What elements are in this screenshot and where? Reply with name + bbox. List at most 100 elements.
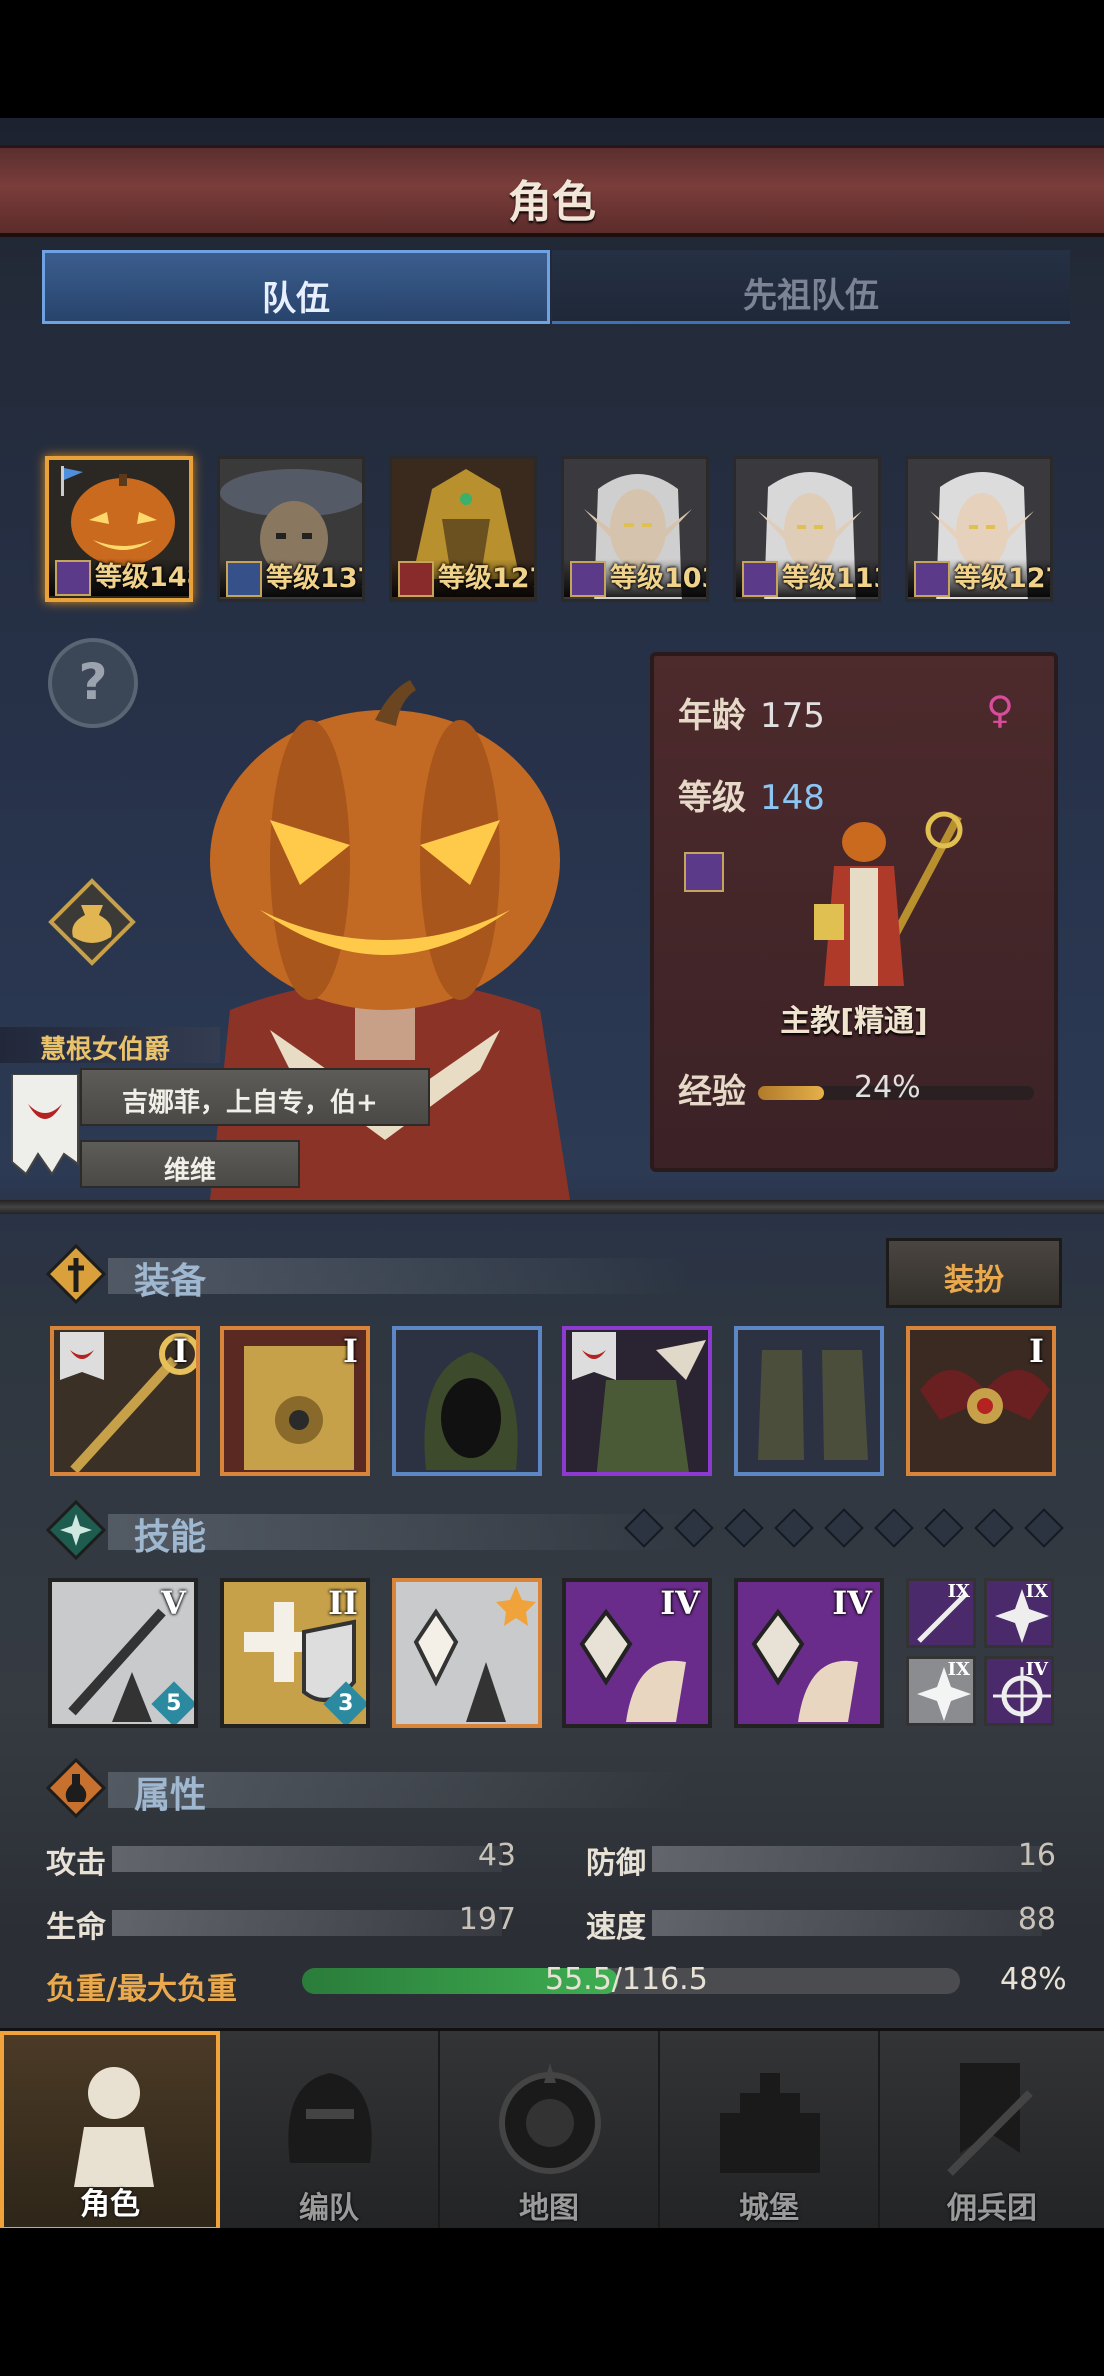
tab-ancestor-team[interactable]: 先祖队伍 — [552, 250, 1070, 324]
roster-slot-4[interactable]: 等级103 — [561, 456, 709, 602]
skill-gem — [874, 1508, 914, 1548]
class-name: 主教[精通] — [780, 1004, 928, 1039]
exp-bar-fill — [758, 1086, 825, 1100]
nav-castle[interactable]: 城堡 — [660, 2031, 880, 2231]
hood-icon — [396, 1330, 538, 1472]
tab-bar: 队伍 先祖队伍 — [42, 250, 1070, 332]
equip-head-slot[interactable] — [392, 1326, 542, 1476]
attack-stat: 攻击 43 — [46, 1838, 516, 1882]
roster-slot-5[interactable]: 等级113 — [733, 456, 881, 602]
equip-accessory-slot[interactable]: I — [906, 1326, 1056, 1476]
weight-stat: 负重/最大负重 — [46, 1964, 306, 2008]
passive-skill-1[interactable]: IX — [906, 1578, 976, 1648]
star-gem-icon — [46, 1500, 106, 1560]
skill-gem — [724, 1508, 764, 1548]
crescent-crest-icon — [11, 1074, 79, 1176]
skill-point-gems — [624, 1508, 1066, 1548]
leader-flag-icon — [61, 466, 83, 496]
staff-class-icon — [55, 560, 91, 596]
crystal-blessing-skill-icon — [396, 1582, 538, 1724]
bottom-nav: 角色 编队 地图 城堡 佣兵团 — [0, 2028, 1104, 2231]
skill-gem — [774, 1508, 814, 1548]
defense-label: 防御 — [586, 1846, 646, 1881]
nav-mercenary[interactable]: 佣兵团 — [880, 2031, 1104, 2231]
section-divider — [0, 1200, 1104, 1214]
robe-armor-icon — [566, 1330, 708, 1472]
skill-slot-3[interactable] — [392, 1578, 542, 1728]
flask-icon — [46, 1758, 106, 1818]
title-name-line: 吉娜菲，上自专，伯+ — [80, 1068, 430, 1126]
skills-label: 技能 — [134, 1517, 207, 1558]
equip-tier: I — [173, 1332, 188, 1370]
hp-label: 生命 — [46, 1910, 106, 1945]
weight-value: 55.5/116.5 — [545, 1962, 708, 1997]
equip-boots-slot[interactable] — [734, 1326, 884, 1476]
exp-label: 经验 — [678, 1072, 746, 1112]
nickname: 维维 — [80, 1140, 300, 1188]
attributes-header: 属性 — [38, 1754, 1068, 1828]
speed-label: 速度 — [586, 1910, 646, 1945]
attributes-label: 属性 — [134, 1775, 207, 1816]
banner-sword-icon — [947, 2063, 1033, 2176]
skill-tier: IV — [832, 1584, 872, 1622]
roster-level: 等级127 — [954, 563, 1050, 594]
bottom-area — [0, 2228, 1104, 2376]
dress-up-button[interactable]: 装扮 — [886, 1238, 1062, 1308]
roster-slot-2[interactable]: 等级137 — [217, 456, 365, 602]
castle-icon — [720, 2073, 820, 2173]
skill-tier: V — [161, 1584, 186, 1622]
nav-map[interactable]: 地图 — [440, 2031, 660, 2231]
skill-tier: IV — [660, 1584, 700, 1622]
roster-level: 等级137 — [266, 563, 362, 594]
speed-value: 88 — [1017, 1902, 1056, 1937]
tab-team[interactable]: 队伍 — [42, 250, 550, 324]
bishop-figure-icon — [814, 811, 963, 986]
skill-slot-5[interactable]: IV — [734, 1578, 884, 1728]
character-info-panel: 年龄 175 ♀ 等级 148 主教[精通] 经验 24% — [650, 652, 1058, 1172]
compass-icon — [499, 2063, 601, 2174]
age-label: 年龄 — [678, 696, 746, 736]
helmet-icon — [288, 2073, 372, 2163]
sword-class-icon — [226, 561, 262, 597]
equip-tier: I — [343, 1332, 358, 1370]
horse-class-icon — [398, 561, 434, 597]
equip-tier: I — [1029, 1332, 1044, 1370]
attack-value: 43 — [477, 1838, 516, 1873]
equip-armor-slot[interactable] — [562, 1326, 712, 1476]
potion-bag-icon[interactable] — [45, 875, 140, 970]
speed-stat: 速度 88 — [586, 1902, 1056, 1946]
exp-percent: 24% — [854, 1070, 921, 1105]
equip-book-slot[interactable]: I — [220, 1326, 370, 1476]
character-roster: 等级148 等级137 等级127 等 — [45, 456, 1065, 606]
noble-rank: 慧根女伯爵 — [0, 1027, 220, 1065]
attack-label: 攻击 — [46, 1846, 106, 1881]
roster-level: 等级127 — [438, 563, 534, 594]
roster-slot-1[interactable]: 等级148 — [45, 456, 193, 602]
staff-class-icon — [914, 561, 950, 597]
roster-level: 等级113 — [782, 563, 878, 594]
skill-slot-1[interactable]: V 5 — [48, 1578, 198, 1728]
skill-slot-4[interactable]: IV — [562, 1578, 712, 1728]
skill-gem — [974, 1508, 1014, 1548]
roster-slot-6[interactable]: 等级127 — [905, 456, 1053, 602]
defense-value: 16 — [1017, 1838, 1056, 1873]
staff-class-icon — [684, 852, 724, 892]
cross-icon — [46, 1244, 106, 1304]
help-button[interactable]: ? — [48, 638, 138, 728]
passive-skill-2[interactable]: IX — [984, 1578, 1054, 1648]
skill-gem — [674, 1508, 714, 1548]
page-title: 角色 — [508, 177, 596, 228]
hp-value: 197 — [458, 1902, 516, 1937]
passive-skill-3[interactable]: IX — [906, 1656, 976, 1726]
skill-gem — [824, 1508, 864, 1548]
equipment-label: 装备 — [134, 1261, 207, 1302]
skill-slot-2[interactable]: II 3 — [220, 1578, 370, 1728]
weight-label: 负重/最大负重 — [46, 1972, 237, 2007]
nav-formation[interactable]: 编队 — [220, 2031, 440, 2231]
passive-skill-4[interactable]: IV — [984, 1656, 1054, 1726]
weight-percent: 48% — [1000, 1962, 1067, 1997]
equip-weapon-slot[interactable]: I — [50, 1326, 200, 1476]
nav-character[interactable]: 角色 — [0, 2031, 220, 2231]
staff-class-icon — [742, 561, 778, 597]
roster-slot-3[interactable]: 等级127 — [389, 456, 537, 602]
